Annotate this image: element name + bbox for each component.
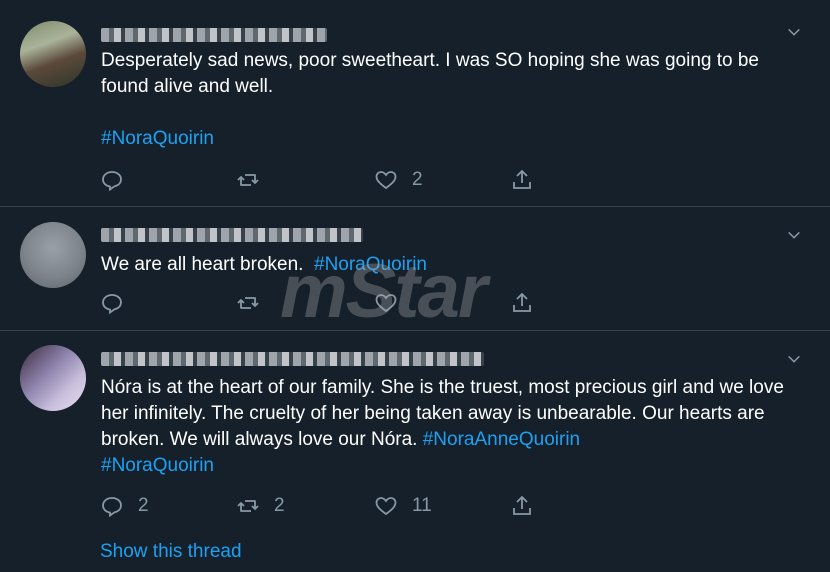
share-button[interactable] <box>510 166 534 194</box>
redacted-username <box>101 28 327 42</box>
chevron-down-icon[interactable] <box>786 227 802 243</box>
tweet-text: Nóra is at the heart of our family. She … <box>101 377 784 476</box>
show-thread-link[interactable]: Show this thread <box>100 541 242 563</box>
reply-icon <box>102 171 122 192</box>
reply-button[interactable]: 2 <box>100 492 149 520</box>
hashtag-link[interactable]: #NoraAnneQuoirin <box>423 429 580 450</box>
tweet-actions: 2 2 11 <box>100 492 540 520</box>
like-button[interactable]: 2 <box>374 166 423 194</box>
reply-button[interactable] <box>100 289 138 317</box>
tweet-text: Desperately sad news, poor sweetheart. I… <box>101 50 759 97</box>
heart-icon <box>375 497 397 516</box>
share-icon <box>513 495 531 515</box>
like-count: 11 <box>412 495 432 516</box>
share-icon <box>513 292 531 312</box>
watermark-logo: mStar <box>280 249 487 334</box>
reply-icon <box>102 497 122 518</box>
share-button[interactable] <box>510 289 534 317</box>
reply-icon <box>102 294 122 315</box>
like-button[interactable]: 11 <box>374 492 432 520</box>
tweet-3[interactable]: Nóra is at the heart of our family. She … <box>0 331 830 572</box>
retweet-icon <box>237 297 259 309</box>
heart-icon <box>375 171 397 190</box>
avatar[interactable] <box>20 345 86 411</box>
chevron-down-icon[interactable] <box>786 351 802 367</box>
retweet-count: 2 <box>274 495 285 516</box>
tweet-1[interactable]: Desperately sad news, poor sweetheart. I… <box>0 0 830 206</box>
share-button[interactable] <box>510 492 534 520</box>
like-count: 2 <box>412 169 423 190</box>
share-icon <box>513 169 531 189</box>
redacted-username <box>101 228 363 242</box>
redacted-username <box>101 352 484 366</box>
retweet-icon <box>237 500 259 512</box>
avatar[interactable] <box>20 222 86 288</box>
retweet-icon <box>237 174 259 186</box>
retweet-button[interactable] <box>236 289 274 317</box>
chevron-down-icon[interactable] <box>786 24 802 40</box>
avatar[interactable] <box>20 21 86 87</box>
hashtag-link[interactable]: #NoraQuoirin <box>101 455 214 476</box>
reply-count: 2 <box>138 495 149 516</box>
retweet-button[interactable] <box>236 166 274 194</box>
tweet-actions: 2 <box>100 166 540 194</box>
reply-button[interactable] <box>100 166 138 194</box>
hashtag-link[interactable]: #NoraQuoirin <box>101 126 801 152</box>
retweet-button[interactable]: 2 <box>236 492 285 520</box>
